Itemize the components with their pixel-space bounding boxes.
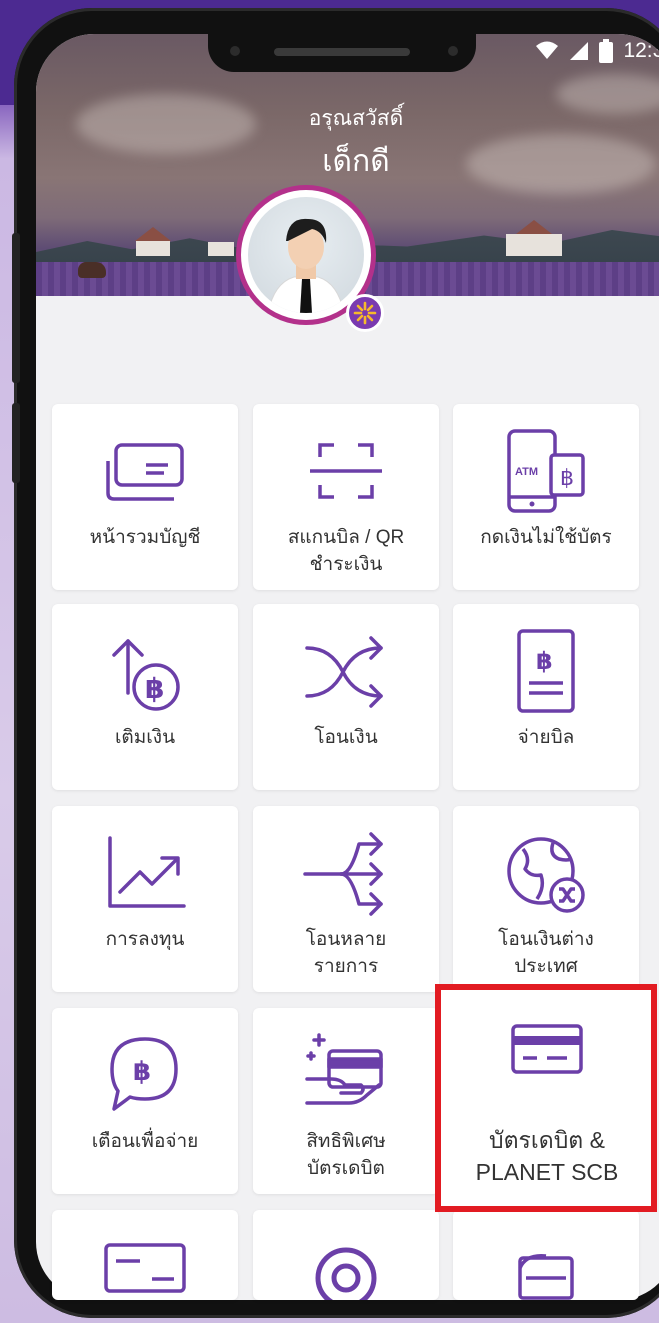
wifi-icon: [536, 41, 559, 59]
menu-label: หน้ารวมบัญชี: [89, 527, 201, 548]
multi-transfer-icon: [303, 832, 383, 916]
menu-label: การลงทุน: [105, 929, 185, 950]
ring-icon: [315, 1247, 377, 1300]
menu-item-transfer[interactable]: โอนเงิน: [253, 604, 439, 790]
menu-item-multi-transfer[interactable]: โอนหลาย รายการ: [253, 806, 439, 992]
highlight-box: [435, 984, 657, 1212]
signal-icon: [570, 42, 589, 60]
card-outline-icon: [104, 1243, 186, 1293]
menu-item-partial[interactable]: [52, 1210, 238, 1300]
edit-badge[interactable]: [346, 294, 384, 332]
debit-privilege-icon: [305, 1033, 383, 1105]
menu-item-partial[interactable]: [253, 1210, 439, 1300]
menu-label: โอนเงินต่าง ประเทศ: [498, 929, 594, 977]
account-card-icon: [106, 443, 184, 501]
menu-label: สิทธิพิเศษ บัตรเดบิต: [306, 1131, 386, 1179]
status-bar: 12:30: [535, 38, 659, 64]
svg-text:฿: ฿: [560, 466, 574, 491]
menu-item-top-up[interactable]: ฿ เติมเงิน: [52, 604, 238, 790]
side-button: [12, 403, 20, 483]
username-text: เด็กดี: [322, 145, 390, 178]
pay-bill-icon: ฿: [517, 629, 575, 713]
menu-item-partial[interactable]: [453, 1210, 639, 1300]
menu-item-investment[interactable]: การลงทุน: [52, 806, 238, 992]
menu-label: โอนหลาย รายการ: [305, 929, 387, 977]
status-time: 12:30: [623, 39, 659, 62]
menu-item-scan-qr[interactable]: สแกนบิล / QR ชำระเงิน: [253, 404, 439, 590]
menu-label: เติมเงิน: [114, 727, 176, 748]
menu-item-international-transfer[interactable]: โอนเงินต่าง ประเทศ: [453, 806, 639, 992]
menu-item-debit-privileges[interactable]: สิทธิพิเศษ บัตรเดบิต: [253, 1008, 439, 1194]
battery-icon: [599, 39, 614, 63]
menu-label: สแกนบิล / QR ชำระเงิน: [287, 527, 405, 575]
menu-label: กดเงินไม่ใช้บัตร: [480, 527, 612, 548]
menu-item-cardless-atm[interactable]: ATM ฿ กดเงินไม่ใช้บัตร: [453, 404, 639, 590]
sparkle-icon: [353, 301, 377, 325]
profile-photo: [248, 197, 364, 313]
svg-text:ATM: ATM: [515, 466, 538, 478]
investment-chart-icon: [108, 836, 186, 908]
svg-text:฿: ฿: [536, 647, 553, 675]
top-up-icon: ฿: [112, 639, 180, 711]
pay-reminder-chat-icon: ฿: [110, 1037, 178, 1111]
svg-text:฿: ฿: [145, 672, 164, 705]
svg-text:฿: ฿: [133, 1057, 151, 1087]
scan-qr-icon: [310, 443, 382, 499]
cardless-atm-icon: ATM ฿: [507, 429, 585, 513]
side-button: [12, 233, 20, 383]
globe-transfer-icon: [507, 837, 585, 913]
menu-item-pay-bill[interactable]: ฿ จ่ายบิล: [453, 604, 639, 790]
greeting-text: อรุณสวัสดิ์: [308, 107, 404, 130]
menu-item-accounts[interactable]: หน้ารวมบัญชี: [52, 404, 238, 590]
document-card-icon: [518, 1254, 574, 1300]
phone-notch: [208, 34, 476, 72]
transfer-icon: [305, 636, 383, 708]
menu-label: จ่ายบิล: [517, 727, 575, 748]
menu-label: โอนเงิน: [314, 727, 378, 748]
menu-label: เตือนเพื่อจ่าย: [91, 1131, 199, 1152]
menu-item-pay-reminder[interactable]: ฿ เตือนเพื่อจ่าย: [52, 1008, 238, 1194]
